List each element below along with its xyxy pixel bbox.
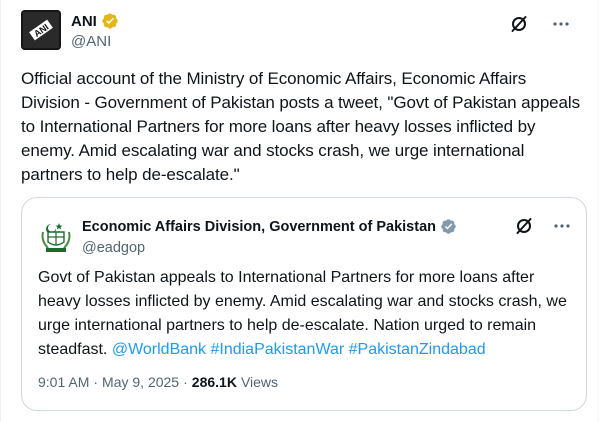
tweet-header: ANI ANI @ANI: [21, 10, 581, 54]
post-time[interactable]: 9:01 AM: [38, 374, 89, 390]
author-avatar[interactable]: ANI: [21, 10, 61, 50]
ani-logo-icon: ANI: [21, 10, 61, 50]
header-actions: [509, 14, 571, 34]
post-date[interactable]: May 9, 2025: [102, 374, 179, 390]
quoted-tweet-meta: 9:01 AM · May 9, 2025 · 286.1K Views: [38, 374, 278, 390]
quoted-header-actions: [514, 216, 572, 236]
grok-icon[interactable]: [509, 14, 529, 34]
more-options-icon[interactable]: [551, 14, 571, 34]
quoted-tweet-text: Govt of Pakistan appeals to Internationa…: [38, 266, 578, 362]
pakistan-emblem-icon: [38, 218, 74, 254]
author-name[interactable]: ANI: [71, 13, 97, 30]
quoted-tweet[interactable]: Economic Affairs Division, Government of…: [21, 197, 587, 411]
meta-separator: ·: [183, 374, 188, 390]
author-handle[interactable]: @ANI: [71, 33, 119, 50]
hashtag-link[interactable]: #PakistanZindabad: [349, 341, 486, 358]
views-label: Views: [240, 374, 279, 390]
grok-icon[interactable]: [514, 216, 534, 236]
more-options-icon[interactable]: [552, 216, 572, 236]
tweet-card: ANI ANI @ANI Official account of the Min…: [0, 0, 599, 422]
quoted-author-handle[interactable]: @eadgop: [82, 240, 458, 256]
verified-gold-badge-icon: [101, 12, 119, 30]
quoted-author-identity: Economic Affairs Division, Government of…: [82, 218, 458, 256]
hashtag-link[interactable]: #IndiaPakistanWar: [210, 341, 344, 358]
views-count: 286.1K: [191, 374, 237, 390]
quoted-author-name[interactable]: Economic Affairs Division, Government of…: [82, 219, 436, 235]
mention-link[interactable]: @WorldBank: [112, 341, 206, 358]
author-identity: ANI @ANI: [71, 12, 119, 50]
tweet-text: Official account of the Ministry of Econ…: [21, 69, 580, 184]
quoted-author-avatar[interactable]: [38, 218, 74, 254]
verified-gray-badge-icon: [440, 218, 458, 236]
meta-separator: ·: [93, 374, 99, 390]
